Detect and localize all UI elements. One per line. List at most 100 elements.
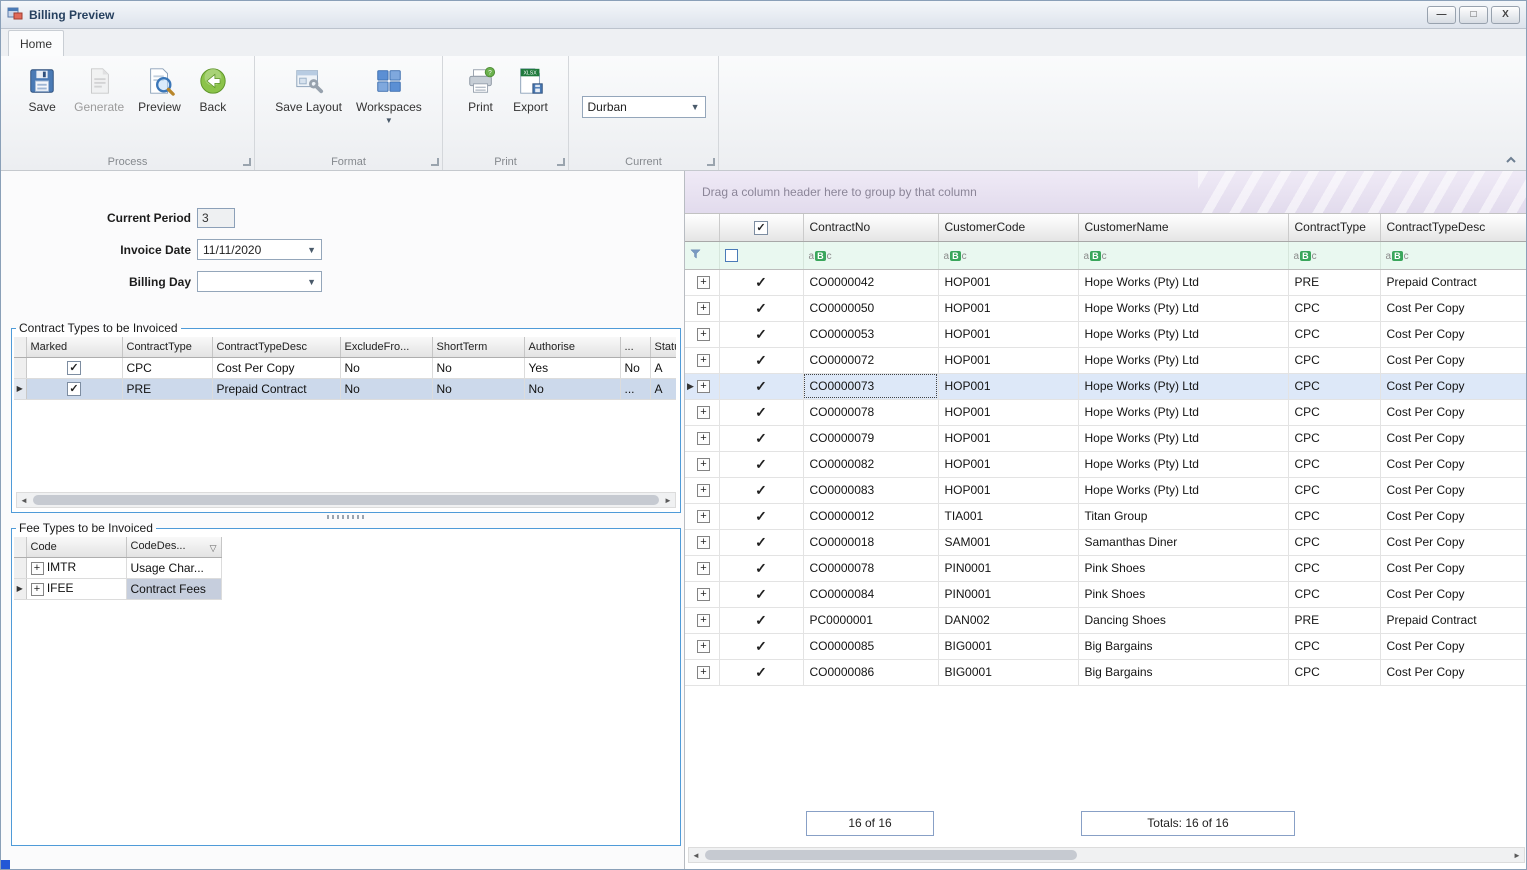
print-button[interactable]: ? Print	[458, 62, 504, 118]
contract-row[interactable]: ✓CPCCost Per CopyNoNoYesNoA	[14, 357, 676, 378]
grid-cell[interactable]: Hope Works (Pty) Ltd	[1078, 399, 1288, 425]
grid-cell[interactable]: CPC	[1288, 373, 1380, 399]
maximize-button[interactable]: □	[1459, 6, 1488, 24]
save-button[interactable]: Save	[19, 62, 65, 118]
column-header-customercode[interactable]: CustomerCode	[938, 214, 1078, 241]
grid-cell[interactable]: CPC	[1288, 425, 1380, 451]
grid-cell[interactable]: Hope Works (Pty) Ltd	[1078, 269, 1288, 295]
expand-icon[interactable]: +	[697, 588, 710, 601]
row-checkbox[interactable]: ✓	[755, 638, 767, 654]
grid-cell[interactable]: CO0000018	[803, 529, 938, 555]
grid-cell[interactable]: Prepaid Contract	[1380, 607, 1527, 633]
grid-cell[interactable]: Cost Per Copy	[1380, 477, 1527, 503]
contract-cell[interactable]: Yes	[524, 357, 620, 378]
grid-cell[interactable]: CO0000072	[803, 347, 938, 373]
row-checkbox[interactable]: ✓	[755, 508, 767, 524]
contract-cell[interactable]: No	[340, 378, 432, 399]
expand-icon[interactable]: +	[697, 328, 710, 341]
grid-cell[interactable]: CO0000083	[803, 477, 938, 503]
row-checkbox[interactable]: ✓	[755, 274, 767, 290]
grid-cell[interactable]: Samanthas Diner	[1078, 529, 1288, 555]
grid-cell[interactable]: HOP001	[938, 347, 1078, 373]
collapse-ribbon-icon[interactable]	[1504, 154, 1518, 166]
expand-icon[interactable]: +	[697, 640, 710, 653]
column-header-contracttype[interactable]: ContractType	[1288, 214, 1380, 241]
grid-cell[interactable]: Cost Per Copy	[1380, 581, 1527, 607]
grid-cell[interactable]: CPC	[1288, 659, 1380, 685]
grid-cell[interactable]: CO0000085	[803, 633, 938, 659]
row-checkbox[interactable]: ✓	[755, 352, 767, 368]
grid-cell[interactable]: Cost Per Copy	[1380, 373, 1527, 399]
expand-icon[interactable]: +	[697, 510, 710, 523]
grid-cell[interactable]: Hope Works (Pty) Ltd	[1078, 425, 1288, 451]
contract-cell[interactable]: No	[432, 378, 524, 399]
contract-cell[interactable]: A	[650, 357, 676, 378]
grid-cell[interactable]: SAM001	[938, 529, 1078, 555]
contract-cell[interactable]: CPC	[122, 357, 212, 378]
fee-desc[interactable]: Contract Fees	[126, 578, 221, 599]
row-checkbox[interactable]: ✓	[755, 534, 767, 550]
column-header-contracttypedesc[interactable]: ContractTypeDesc	[212, 337, 340, 357]
column-header-excludefrom[interactable]: ExcludeFro...	[340, 337, 432, 357]
contract-cell[interactable]: No	[620, 357, 650, 378]
grid-cell[interactable]: HOP001	[938, 451, 1078, 477]
column-header-contractno[interactable]: ContractNo	[803, 214, 938, 241]
grid-cell[interactable]: HOP001	[938, 269, 1078, 295]
workspaces-button[interactable]: Workspaces ▼	[351, 62, 427, 128]
save-layout-button[interactable]: Save Layout	[270, 62, 347, 118]
row-checkbox[interactable]: ✓	[755, 586, 767, 602]
contract-cell[interactable]: No	[340, 357, 432, 378]
grid-cell[interactable]: CO0000086	[803, 659, 938, 685]
grid-row[interactable]: +✓CO0000012TIA001Titan GroupCPCCost Per …	[685, 503, 1527, 529]
grid-cell[interactable]: CO0000082	[803, 451, 938, 477]
grid-cell[interactable]: CO0000042	[803, 269, 938, 295]
grid-cell[interactable]: Big Bargains	[1078, 633, 1288, 659]
row-checkbox[interactable]: ✓	[755, 612, 767, 628]
row-checkbox[interactable]: ✓	[755, 456, 767, 472]
column-header-code[interactable]: Code	[26, 537, 126, 557]
grid-cell[interactable]: CPC	[1288, 451, 1380, 477]
grid-row[interactable]: +✓CO0000072HOP001Hope Works (Pty) LtdCPC…	[685, 347, 1527, 373]
grid-cell[interactable]: CPC	[1288, 295, 1380, 321]
contract-cell[interactable]: No	[524, 378, 620, 399]
grid-cell[interactable]: CO0000084	[803, 581, 938, 607]
grid-cell[interactable]: HOP001	[938, 425, 1078, 451]
grid-row[interactable]: +✓CO0000078PIN0001Pink ShoesCPCCost Per …	[685, 555, 1527, 581]
expand-icon[interactable]: +	[697, 536, 710, 549]
grid-cell[interactable]: BIG0001	[938, 633, 1078, 659]
column-header-authorise[interactable]: Authorise	[524, 337, 620, 357]
grid-cell[interactable]: PC0000001	[803, 607, 938, 633]
grid-cell[interactable]: Hope Works (Pty) Ltd	[1078, 477, 1288, 503]
fee-desc[interactable]: Usage Char...	[126, 557, 221, 578]
grid-cell[interactable]: CO0000050	[803, 295, 938, 321]
expand-icon[interactable]: +	[697, 614, 710, 627]
grid-cell[interactable]: CPC	[1288, 529, 1380, 555]
grid-row[interactable]: +✓CO0000079HOP001Hope Works (Pty) LtdCPC…	[685, 425, 1527, 451]
grid-cell[interactable]: PIN0001	[938, 581, 1078, 607]
invoice-date-combo[interactable]: 11/11/2020 ▼	[197, 239, 322, 260]
grid-cell[interactable]: Cost Per Copy	[1380, 529, 1527, 555]
expand-icon[interactable]: +	[697, 406, 710, 419]
column-header-truncated[interactable]: ...	[620, 337, 650, 357]
tab-home[interactable]: Home	[8, 30, 64, 56]
grid-cell[interactable]: HOP001	[938, 477, 1078, 503]
scroll-thumb[interactable]	[33, 495, 659, 505]
contract-hscrollbar[interactable]: ◄ ►	[16, 492, 676, 508]
grid-row[interactable]: +✓PC0000001DAN002Dancing ShoesPREPrepaid…	[685, 607, 1527, 633]
grid-cell[interactable]: CPC	[1288, 633, 1380, 659]
select-all-checkbox[interactable]: ✓	[754, 221, 768, 235]
grid-cell[interactable]: Cost Per Copy	[1380, 399, 1527, 425]
scroll-left-icon[interactable]: ◄	[689, 851, 703, 860]
expand-icon[interactable]: +	[31, 583, 44, 596]
billing-day-combo[interactable]: ▼	[197, 271, 322, 292]
filter-checkbox[interactable]	[725, 249, 738, 262]
grid-cell[interactable]: Dancing Shoes	[1078, 607, 1288, 633]
filter-cell-customername[interactable]: aBc	[1078, 241, 1288, 269]
grid-row[interactable]: +✓CO0000086BIG0001Big BargainsCPCCost Pe…	[685, 659, 1527, 685]
grid-cell[interactable]: Hope Works (Pty) Ltd	[1078, 295, 1288, 321]
grid-cell[interactable]: Cost Per Copy	[1380, 295, 1527, 321]
grid-cell[interactable]: TIA001	[938, 503, 1078, 529]
grid-cell[interactable]: HOP001	[938, 321, 1078, 347]
grid-cell[interactable]: CO0000053	[803, 321, 938, 347]
grid-cell[interactable]: CO0000073	[803, 373, 938, 399]
